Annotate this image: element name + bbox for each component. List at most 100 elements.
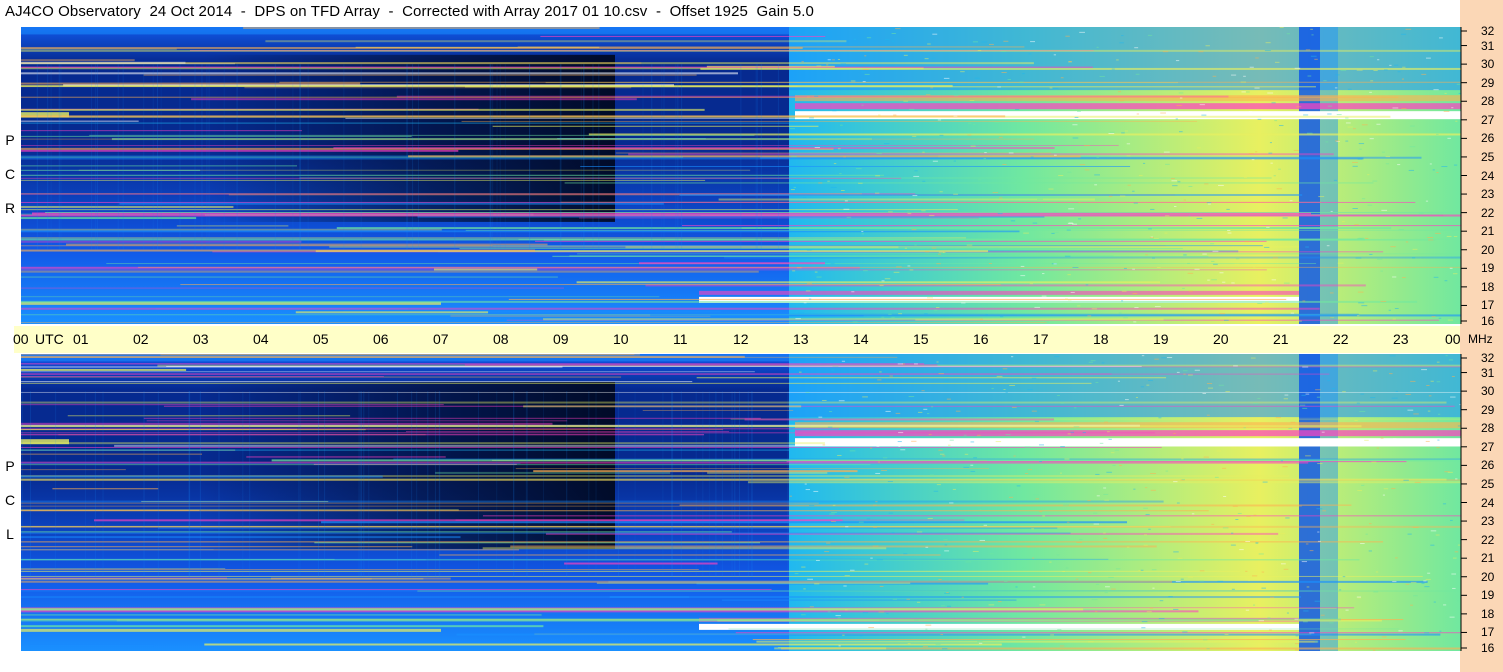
rcp-speckle: [1401, 78, 1404, 80]
rcp-speckle: [809, 117, 814, 119]
rcp-speckle: [1053, 87, 1059, 89]
rcp-speckle: [891, 32, 896, 34]
rcp-stripe: [333, 147, 1055, 150]
rcp-speckle: [1015, 108, 1020, 110]
lcp-speckle: [1372, 649, 1376, 651]
lcp-speckle: [1373, 591, 1379, 593]
rcp-speckle: [1361, 305, 1368, 307]
lcp-texture: [662, 391, 664, 577]
lcp-speckle: [859, 635, 863, 637]
lcp-stripe: [314, 542, 761, 544]
rcp-speckle: [1314, 58, 1318, 60]
rcp-speckle: [1272, 257, 1279, 259]
time-tick-02: 02: [133, 331, 149, 347]
lcp-stripe: [21, 373, 1330, 375]
lcp-speckle: [1082, 432, 1086, 434]
lcp-texture: [595, 391, 597, 577]
lcp-texture: [566, 391, 568, 577]
lcp-texture: [427, 391, 429, 577]
rcp-speckle: [1412, 257, 1416, 259]
lcp-speckle: [900, 449, 906, 451]
rcp-speckle: [816, 276, 822, 278]
lcp-speckle: [838, 400, 845, 402]
lcp-speckle: [1088, 641, 1094, 643]
rcp-speckle: [977, 49, 982, 51]
lcp-speckle: [1140, 569, 1144, 571]
lcp-speckle: [1342, 576, 1346, 578]
lcp-speckle: [1361, 484, 1365, 486]
lcp-speckle: [1010, 356, 1014, 358]
rcp-speckle: [1183, 254, 1187, 256]
rcp-speckle: [1078, 202, 1081, 204]
rcp-speckle: [1007, 78, 1011, 80]
rcp-stripe: [21, 135, 412, 137]
lcp-speckle: [1202, 392, 1207, 394]
lcp-speckle: [1369, 523, 1372, 525]
lcp-speckle: [1141, 621, 1148, 623]
rcp-speckle: [1376, 123, 1381, 125]
rcp-speckle: [956, 89, 960, 91]
lcp-stripe: [21, 541, 1384, 543]
rcp-stripe: [265, 40, 847, 43]
rcp-speckle: [1212, 250, 1219, 252]
lcp-speckle: [1173, 551, 1179, 553]
lcp-speckle: [1106, 471, 1112, 473]
lcp-speckle: [1258, 620, 1265, 622]
rcp-texture: [454, 64, 456, 250]
lcp-speckle: [1145, 514, 1150, 516]
rcp-speckle: [1163, 151, 1170, 153]
lcp-speckle: [1059, 645, 1065, 647]
rcp-speckle: [1251, 249, 1256, 251]
lcp-speckle: [886, 613, 889, 615]
lcp-stripe: [21, 500, 1164, 503]
rcp-speckle: [1091, 308, 1097, 310]
lcp-stripe: [21, 462, 521, 464]
rcp-speckle: [1361, 124, 1368, 126]
lcp-speckle: [1025, 472, 1029, 474]
lcp-speckle: [1203, 456, 1209, 458]
rcp-speckle: [1311, 34, 1314, 36]
rcp-speckle: [1296, 320, 1302, 322]
rcp-texture: [755, 64, 757, 250]
lcp-speckle: [838, 645, 841, 647]
rcp-speckle: [831, 59, 835, 61]
lcp-speckle: [843, 585, 847, 587]
rcp-speckle: [896, 266, 902, 268]
lcp-speckle: [942, 648, 948, 650]
rcp-speckle: [1361, 198, 1366, 200]
lcp-speckle: [1303, 610, 1309, 612]
lcp-speckle: [898, 432, 904, 434]
rcp-speckle: [1369, 253, 1373, 255]
lcp-speckle: [1092, 401, 1099, 403]
lcp-speckle: [1368, 550, 1372, 552]
lcp-speckle: [1107, 590, 1110, 592]
rcp-stripe: [295, 311, 489, 314]
lcp-speckle: [999, 537, 1003, 539]
lcp-speckle: [1421, 582, 1425, 584]
lcp-speckle: [963, 466, 970, 468]
rcp-stripe: [180, 284, 1001, 286]
lcp-speckle: [1181, 458, 1184, 460]
lcp-speckle: [1009, 384, 1016, 386]
rcp-speckle: [1412, 248, 1418, 250]
lcp-speckle: [1191, 513, 1195, 515]
lcp-speckle: [998, 601, 1002, 603]
lcp-stripe: [21, 558, 335, 560]
rcp-speckle: [1211, 260, 1215, 262]
lcp-speckle: [879, 585, 884, 587]
lcp-speckle: [1407, 409, 1414, 411]
rcp-texture: [580, 64, 582, 250]
rcp-stripe: [21, 144, 1119, 146]
rcp-stripe: [681, 225, 1461, 227]
rcp-stripe: [21, 49, 1461, 52]
lcp-texture: [513, 391, 515, 577]
lcp-speckle: [1154, 358, 1159, 360]
lcp-quiet-column: [1299, 354, 1320, 651]
lcp-speckle: [1225, 391, 1230, 393]
rcp-speckle: [1405, 28, 1412, 30]
rcp-speckle: [814, 146, 820, 148]
lcp-speckle: [1436, 381, 1441, 383]
rcp-speckle: [1380, 270, 1383, 272]
lcp-speckle: [1032, 586, 1036, 588]
rcp-speckle: [1219, 272, 1224, 274]
